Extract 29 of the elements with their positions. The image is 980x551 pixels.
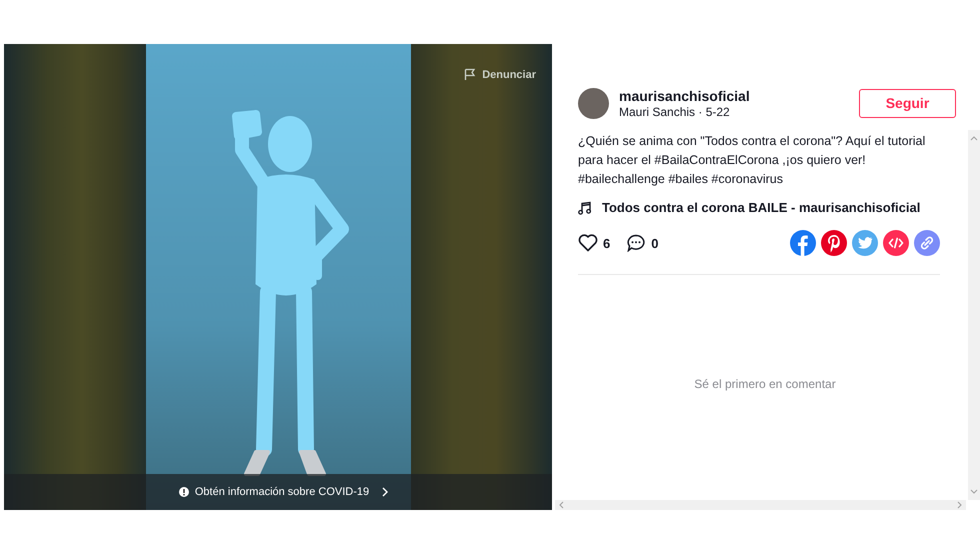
follow-button[interactable]: Seguir — [859, 88, 956, 118]
vertical-scrollbar[interactable] — [968, 130, 980, 500]
music-title[interactable]: Todos contra el corona BAILE - maurisanchisoficial — [602, 200, 920, 215]
empty-comments-text: Sé el primero en comentar — [694, 376, 836, 390]
author-date: Mauri Sanchis · 5-22 — [619, 104, 731, 118]
report-button[interactable]: Denunciar — [464, 68, 536, 81]
flag-icon — [464, 68, 476, 81]
like-count: 6 — [603, 236, 610, 250]
avatar[interactable] — [578, 88, 609, 118]
scroll-up-icon[interactable] — [970, 136, 978, 141]
heart-icon[interactable] — [578, 234, 598, 252]
chevron-right-icon — [381, 487, 390, 497]
twitter-share-icon[interactable] — [852, 230, 878, 256]
scroll-down-icon[interactable] — [970, 489, 978, 494]
horizontal-scrollbar[interactable] — [555, 500, 966, 510]
scroll-left-icon[interactable] — [559, 501, 564, 509]
username[interactable]: maurisanchisoficial — [619, 88, 859, 104]
post-caption: ¿Quién se anima con "Todos contra el corona"? Aquí el tutorial para hacer el #BailaContraElCorona ,¡os quiero ver! #bailechallenge #bailes #coronavirus — [578, 133, 926, 188]
scroll-right-icon[interactable] — [957, 501, 962, 509]
comment-count: 0 — [651, 236, 658, 250]
comment-icon[interactable] — [626, 234, 646, 252]
covid-info-link[interactable]: Obtén información sobre COVID-19 — [178, 486, 390, 498]
music-note-icon — [578, 200, 592, 214]
embed-code-icon[interactable] — [883, 230, 909, 256]
pinterest-share-icon[interactable] — [821, 230, 847, 256]
video-player[interactable]: Denunciar Obtén información sobre COVID-19 — [4, 44, 552, 510]
facebook-share-icon[interactable] — [790, 230, 816, 256]
alert-icon — [178, 487, 189, 497]
link-icon[interactable] — [914, 230, 940, 256]
